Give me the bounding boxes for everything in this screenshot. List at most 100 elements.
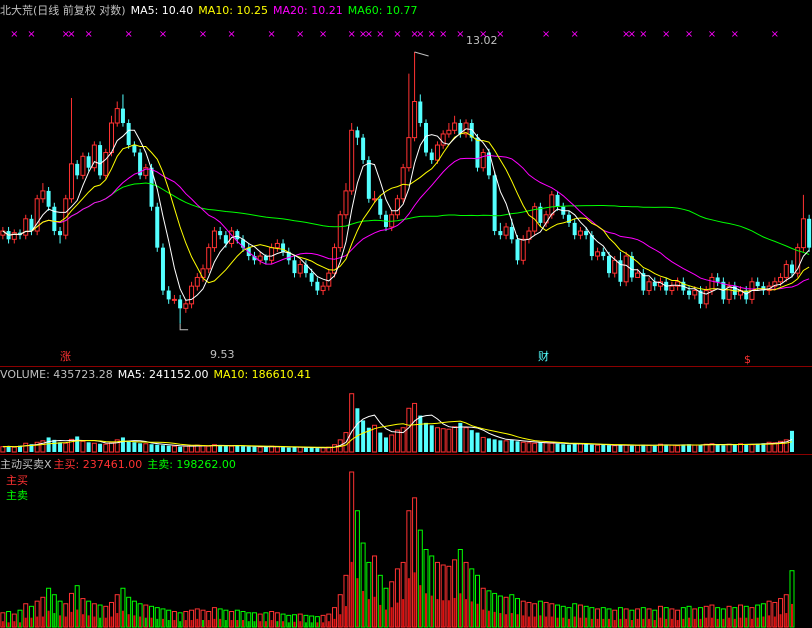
candle-body bbox=[211, 230, 217, 249]
volume-bar bbox=[589, 444, 594, 452]
candle-body bbox=[623, 255, 629, 283]
volume-bar bbox=[11, 446, 17, 453]
signal-x-marker: × bbox=[10, 29, 18, 40]
flow-inner-bar bbox=[768, 615, 771, 627]
candle-body bbox=[109, 122, 115, 154]
candle-body bbox=[452, 122, 458, 131]
flow-inner-bar bbox=[756, 617, 759, 627]
volume-bar bbox=[63, 442, 69, 453]
flow-inner-bar bbox=[425, 593, 428, 627]
candle-body bbox=[80, 155, 86, 176]
volume-bar bbox=[315, 448, 320, 452]
volume-bar bbox=[498, 440, 503, 452]
volume-bar bbox=[452, 426, 458, 453]
candle-body bbox=[269, 247, 275, 261]
volume-bar bbox=[446, 428, 452, 453]
flow-inner-bar bbox=[99, 617, 102, 627]
marker-zhang[interactable]: 涨 bbox=[60, 350, 71, 364]
candle-body bbox=[635, 272, 641, 278]
candle-body bbox=[263, 256, 268, 261]
flow-inner-bar bbox=[390, 607, 393, 627]
flow-inner-bar bbox=[602, 618, 605, 627]
candle-body bbox=[337, 214, 343, 249]
flow-inner-bar bbox=[64, 616, 67, 627]
volume-bar bbox=[132, 442, 137, 452]
volume-bar bbox=[58, 442, 63, 452]
flow-inner-bar bbox=[167, 620, 170, 627]
flow-inner-bar bbox=[230, 620, 233, 627]
candle-body bbox=[475, 137, 480, 168]
volume-bar bbox=[206, 445, 212, 453]
flow-inner-bar bbox=[750, 618, 753, 627]
candle-body bbox=[515, 239, 520, 261]
candle-body bbox=[418, 101, 423, 124]
flow-inner-bar bbox=[93, 616, 96, 627]
signal-x-marker: × bbox=[771, 29, 779, 40]
flow-inner-bar bbox=[585, 617, 588, 627]
volume-bar bbox=[475, 432, 480, 452]
flow-inner-bar bbox=[344, 606, 347, 627]
marker-dollar[interactable]: $ bbox=[744, 353, 751, 367]
volume-bar bbox=[309, 447, 314, 452]
stock-chart-canvas[interactable]: × × ×× × × × × × × × × × ×× × × ×× × × × × × × × ×× × × × × × × bbox=[0, 0, 812, 628]
legend-buy-label: 主买 bbox=[6, 474, 28, 487]
candle-body bbox=[543, 214, 549, 224]
flow-inner-bar bbox=[224, 620, 227, 627]
volume-bar bbox=[595, 444, 601, 453]
candle-body bbox=[189, 285, 195, 305]
flow-panel-header: 主动买卖X 主买: 237461.00 主卖: 198262.00 bbox=[0, 456, 241, 472]
volume-bar bbox=[429, 425, 434, 452]
candle-body bbox=[807, 218, 812, 248]
volume-bar bbox=[189, 445, 195, 453]
candle-body bbox=[715, 277, 720, 282]
flow-inner-bar bbox=[333, 618, 336, 627]
flow-inner-bar bbox=[693, 618, 696, 627]
volume-bar bbox=[389, 434, 395, 453]
volume-ma5-readout: MA5: 241152.00 bbox=[117, 368, 209, 381]
flow-inner-bar bbox=[573, 616, 576, 627]
marker-cai[interactable]: 财 bbox=[538, 350, 549, 364]
candle-body bbox=[800, 218, 806, 249]
signal-x-marker: × bbox=[347, 29, 355, 40]
volume-bar bbox=[257, 446, 263, 453]
volume-bar bbox=[103, 443, 109, 453]
signal-x-marker: × bbox=[376, 29, 384, 40]
volume-bar bbox=[566, 444, 571, 452]
volume-bar bbox=[669, 444, 675, 453]
volume-bar bbox=[263, 446, 268, 452]
candle-body bbox=[480, 152, 486, 169]
flow-inner-bar bbox=[550, 616, 553, 627]
volume-bar bbox=[6, 446, 11, 452]
volume-bar bbox=[274, 446, 280, 453]
flow-inner-bar bbox=[144, 617, 147, 627]
signal-x-marker: × bbox=[628, 29, 636, 40]
volume-bar bbox=[52, 439, 57, 452]
flow-inner-bar bbox=[219, 618, 222, 627]
volume-bar bbox=[75, 436, 80, 452]
volume-bar bbox=[109, 442, 115, 453]
volume-readout: VOLUME: 435723.28 bbox=[0, 368, 113, 381]
flow-inner-bar bbox=[516, 614, 519, 627]
volume-bar bbox=[635, 444, 641, 453]
flow-inner-bar bbox=[362, 590, 365, 627]
candle-body bbox=[646, 281, 652, 292]
volume-bar bbox=[652, 445, 657, 452]
candle-body bbox=[68, 163, 74, 200]
candle-body bbox=[63, 198, 69, 236]
flow-inner-bar bbox=[59, 615, 62, 627]
volume-bar bbox=[229, 445, 235, 453]
candle-body bbox=[183, 303, 189, 309]
candle-body bbox=[120, 108, 125, 124]
high-price-label: 13.02 bbox=[466, 34, 498, 47]
flow-inner-bar bbox=[642, 618, 645, 627]
volume-bar bbox=[0, 446, 6, 453]
candle-body bbox=[155, 206, 160, 248]
flow-inner-bar bbox=[24, 617, 27, 627]
flow-inner-bar bbox=[207, 620, 210, 627]
candle-body bbox=[669, 285, 675, 292]
signal-x-marker: × bbox=[84, 29, 92, 40]
candle-body bbox=[601, 251, 606, 257]
candle-body bbox=[218, 231, 223, 236]
candle-body bbox=[509, 226, 514, 240]
flow-inner-bar bbox=[196, 618, 199, 627]
